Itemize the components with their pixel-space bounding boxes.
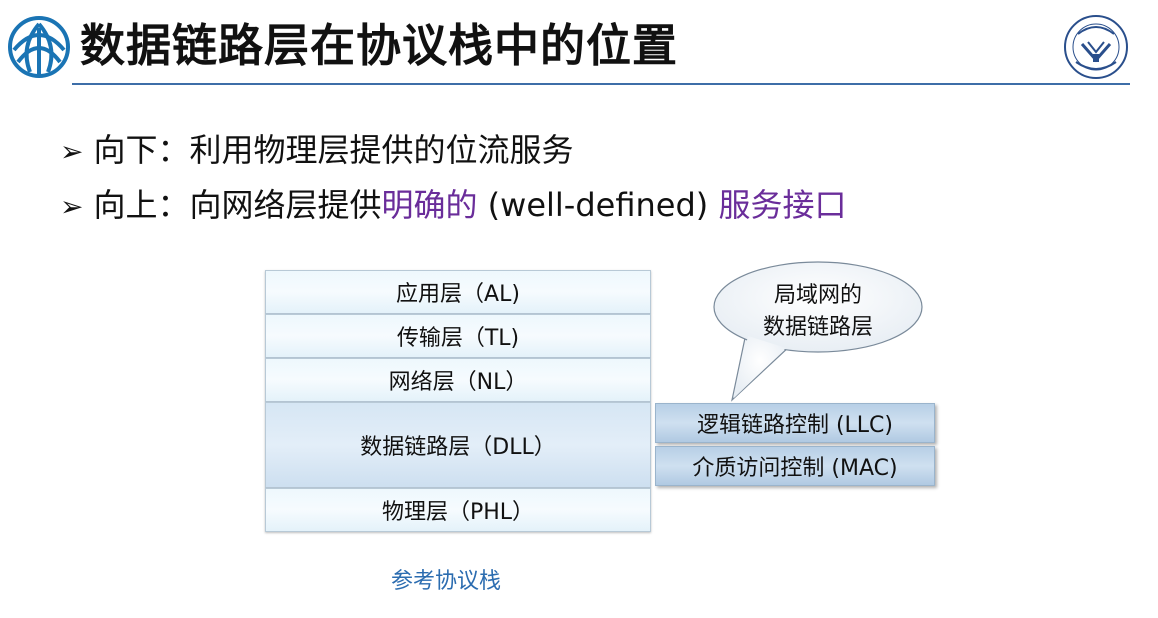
layer-application: 应用层（AL) (265, 270, 651, 314)
highlight-text: 明确的 (381, 186, 478, 224)
layer-label: 网络层（NL） (388, 370, 528, 395)
layer-label: 传输层（TL) (396, 326, 520, 351)
bullet-text: 向下：利用物理层提供的位流服务 (93, 131, 574, 169)
callout-line: 局域网的 (773, 283, 862, 308)
bullet-arrow-icon: ➢ (60, 190, 84, 223)
layer-transport: 传输层（TL) (265, 314, 651, 358)
bullet-downward: ➢ 向下：利用物理层提供的位流服务 (60, 128, 573, 174)
university-seal-icon (1064, 15, 1128, 79)
stack-caption: 参考协议栈 (391, 569, 502, 594)
slide-title: 数据链路层在协议栈中的位置 (80, 19, 679, 72)
sublayer-label: 逻辑链路控制 (LLC) (696, 413, 894, 438)
layer-data-link: 数据链路层（DLL） (265, 402, 651, 488)
bullet-upward: ➢ 向上：向网络层提供明确的 (well-defined) 服务接口 (60, 183, 846, 229)
bullet-arrow-icon: ➢ (60, 135, 84, 168)
title-underline (72, 83, 1130, 85)
callout-text: 局域网的 数据链路层 (728, 280, 908, 344)
highlight-text: 服务接口 (718, 186, 847, 224)
layer-label: 数据链路层（DLL） (360, 435, 556, 460)
course-logo-icon (8, 16, 70, 78)
sublayer-mac: 介质访问控制 (MAC) (655, 446, 935, 486)
layer-label: 应用层（AL) (396, 282, 520, 307)
sublayer-label: 介质访问控制 (MAC) (692, 456, 898, 481)
sublayer-llc: 逻辑链路控制 (LLC) (655, 403, 935, 443)
bullet-text: (well-defined) (477, 186, 719, 224)
bullet-text: 向上：向网络层提供 (93, 186, 382, 224)
layer-label: 物理层（PHL） (381, 500, 535, 525)
layer-physical: 物理层（PHL） (265, 488, 651, 532)
callout-line: 数据链路层 (762, 315, 873, 340)
layer-network: 网络层（NL） (265, 358, 651, 402)
